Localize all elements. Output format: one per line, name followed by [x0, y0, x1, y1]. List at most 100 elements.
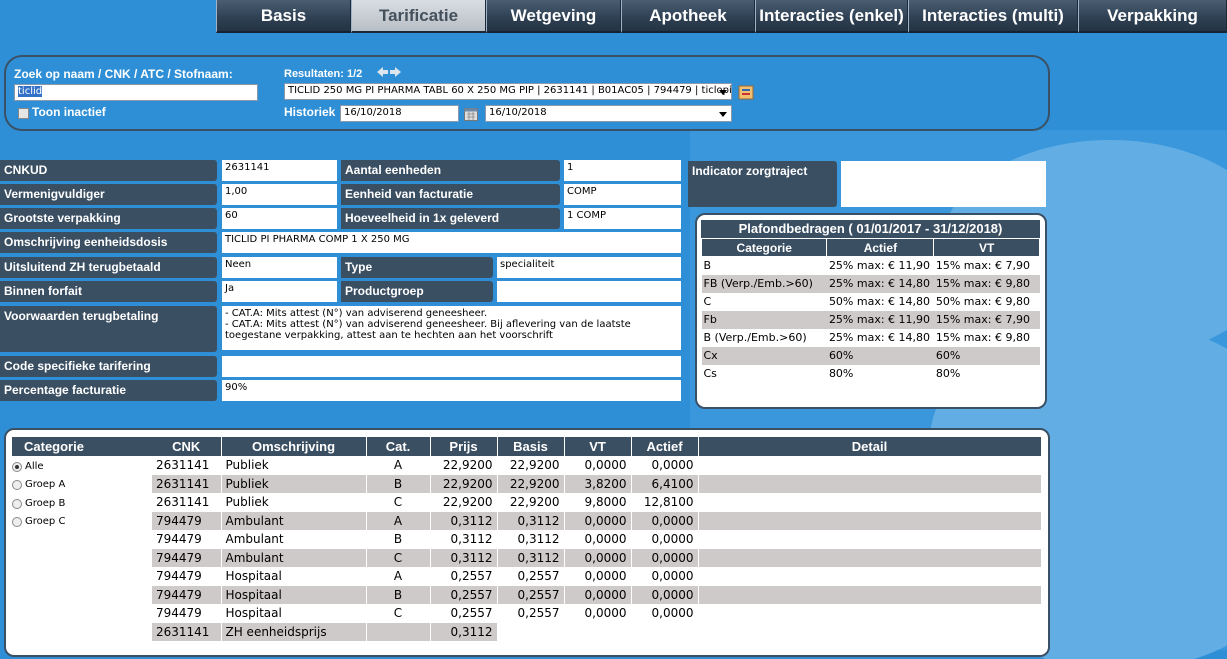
- tab-basis[interactable]: Basis: [216, 0, 351, 33]
- price-header-omschrijving: Omschrijving: [221, 437, 367, 456]
- price-header-vt: VT: [564, 437, 632, 456]
- eenheid-label: Eenheid van facturatie: [341, 184, 560, 205]
- export-icon[interactable]: [738, 83, 756, 101]
- price-cell: 0,0000: [631, 585, 699, 604]
- result-select[interactable]: TICLID 250 MG PI PHARMA TABL 60 X 250 MG…: [284, 83, 732, 100]
- radio-groep-b[interactable]: Groep B: [12, 498, 65, 509]
- plafond-cell: 50% max: € 14,80: [828, 295, 931, 308]
- price-cell: A: [366, 511, 431, 530]
- price-cell: 0,0000: [564, 604, 632, 623]
- plafond-cell: Cs: [703, 367, 717, 380]
- tab-interacties-enkel[interactable]: Interacties (enkel): [755, 0, 908, 33]
- price-cell: 0,0000: [564, 548, 632, 567]
- zh-terugbetaald-value: Neen: [222, 257, 337, 278]
- price-cell: 0,3112: [497, 511, 565, 530]
- vermenigvuldiger-label: Vermenigvuldiger: [0, 184, 217, 205]
- results-label: Resultaten: 1/2: [284, 68, 363, 80]
- radio-groep-a[interactable]: Groep A: [12, 479, 65, 490]
- price-cell: 0,2557: [430, 604, 498, 623]
- inactive-checkbox[interactable]: [18, 108, 29, 119]
- price-cell: [698, 456, 1042, 475]
- result-select-value: TICLID 250 MG PI PHARMA TABL 60 X 250 MG…: [288, 85, 732, 96]
- productgroep-value: [497, 281, 681, 302]
- search-label: Zoek op naam / CNK / ATC / Stofnaam:: [14, 67, 233, 81]
- price-header-basis: Basis: [497, 437, 565, 456]
- price-cell: 0,0000: [631, 511, 699, 530]
- search-input-value: ticlid: [18, 86, 43, 97]
- price-cell: 0,0000: [564, 511, 632, 530]
- price-cell: 0,3112: [497, 548, 565, 567]
- radio-groep-a-icon[interactable]: [12, 479, 22, 490]
- price-cell: 0,0000: [564, 585, 632, 604]
- price-row[interactable]: 794479 Hospitaal A 0,2557 0,2557 0,0000 0,0000: [152, 567, 1042, 586]
- percentage-facturatie-value: 90%: [222, 380, 681, 401]
- plafond-cell: 80%: [935, 367, 961, 380]
- radio-groep-c[interactable]: Groep C: [12, 516, 65, 527]
- type-value: specialiteit: [497, 257, 681, 278]
- price-cell: B: [366, 585, 431, 604]
- radio-alle-icon[interactable]: [12, 461, 22, 472]
- radio-groep-c-icon[interactable]: [12, 516, 22, 527]
- price-unit-row[interactable]: 2631141 ZH eenheidsprijs 0,3112: [152, 622, 1042, 641]
- result-nav-arrows-icon[interactable]: [376, 66, 402, 78]
- radio-groep-b-icon[interactable]: [12, 498, 22, 509]
- search-input[interactable]: ticlid: [14, 84, 258, 101]
- price-cell: 0,3112: [497, 530, 565, 549]
- price-cell: 0,3112: [430, 530, 498, 549]
- price-cell: 22,9200: [497, 456, 565, 475]
- history-select[interactable]: 16/10/2018: [485, 105, 732, 122]
- price-row[interactable]: 2631141 Publiek C 22,9200 22,9200 9,8000 12,81…: [152, 493, 1042, 512]
- tab-apotheek[interactable]: Apotheek: [621, 0, 755, 33]
- code-tarifering-label: Code specifieke tarifering: [0, 356, 217, 377]
- price-cell: B: [366, 530, 431, 549]
- price-cell: 0,0000: [564, 567, 632, 586]
- price-row[interactable]: 794479 Hospitaal B 0,2557 0,2557 0,0000 0,0000: [152, 585, 1042, 604]
- price-cell-empty: [497, 622, 1042, 641]
- calendar-icon[interactable]: [464, 107, 478, 121]
- tab-interacties-multi[interactable]: Interacties (multi): [908, 0, 1078, 33]
- tab-verpakking[interactable]: Verpakking: [1078, 0, 1227, 33]
- price-cell: 22,9200: [430, 493, 498, 512]
- price-table: CNK Omschrijving Cat. Prijs Basis VT Act…: [152, 437, 1042, 641]
- percentage-facturatie-label: Percentage facturatie: [0, 380, 217, 401]
- productgroep-label: Productgroep: [341, 281, 493, 302]
- plafond-row: B 25% max: € 11,90 15% max: € 7,90: [702, 257, 1040, 275]
- voorwaarden-line-2: - CAT.A: Mits attest (N°) van adviserend…: [225, 319, 631, 341]
- price-row[interactable]: 2631141 Publiek B 22,9200 22,9200 3,8200 6,410…: [152, 474, 1042, 493]
- radio-groep-a-label: Groep A: [25, 479, 66, 490]
- price-cell: 0,0000: [631, 567, 699, 586]
- price-cell: 0,3112: [430, 548, 498, 567]
- plafond-cell: Cx: [701, 346, 827, 365]
- price-row[interactable]: 794479 Hospitaal C 0,2557 0,2557 0,0000 0,0000: [152, 604, 1042, 623]
- history-date-input[interactable]: 16/10/2018: [340, 105, 459, 122]
- price-cell: 0,2557: [497, 567, 565, 586]
- price-cell: 0,0000: [564, 456, 632, 475]
- eenheid-value: COMP: [564, 184, 681, 205]
- price-cell: C: [366, 493, 431, 512]
- price-row[interactable]: 2631141 Publiek A 22,9200 22,9200 0,0000 0,000…: [152, 456, 1042, 475]
- price-cell: 0,2557: [497, 604, 565, 623]
- price-panel: Categorie Alle Groep A Groep B Groep C C…: [4, 428, 1050, 657]
- radio-alle-label: Alle: [25, 461, 44, 472]
- plafond-row: Cx 60% 60%: [701, 346, 1040, 365]
- price-cell: Hospitaal: [221, 604, 367, 623]
- price-cell: [698, 474, 1042, 493]
- radio-alle[interactable]: Alle: [12, 461, 44, 472]
- price-row[interactable]: 794479 Ambulant B 0,3112 0,3112 0,0000 0,0000: [152, 530, 1042, 549]
- price-cell: Ambulant: [221, 548, 367, 567]
- price-header-cat: Cat.: [366, 437, 431, 456]
- price-cell: C: [366, 548, 431, 567]
- price-row[interactable]: 794479 Ambulant C 0,3112 0,3112 0,0000 0,0000: [152, 548, 1042, 567]
- tab-tarificatie[interactable]: Tarificatie: [351, 0, 486, 33]
- price-cell: 794479: [152, 604, 222, 623]
- price-cell: Publiek: [221, 456, 367, 475]
- plafond-cell: B (Verp./Emb.>60): [703, 331, 807, 344]
- plafond-title: Plafondbedragen ( 01/01/2017 - 31/12/201…: [701, 220, 1040, 238]
- price-cell: 0,0000: [564, 530, 632, 549]
- price-cell: [698, 567, 1042, 586]
- grootste-verpakking-label: Grootste verpakking: [0, 208, 217, 229]
- price-row[interactable]: 794479 Ambulant A 0,3112 0,3112 0,0000 0,0000: [152, 511, 1042, 530]
- price-cell: 2631141: [152, 474, 222, 493]
- tab-wetgeving[interactable]: Wetgeving: [486, 0, 621, 33]
- price-cell: C: [366, 604, 431, 623]
